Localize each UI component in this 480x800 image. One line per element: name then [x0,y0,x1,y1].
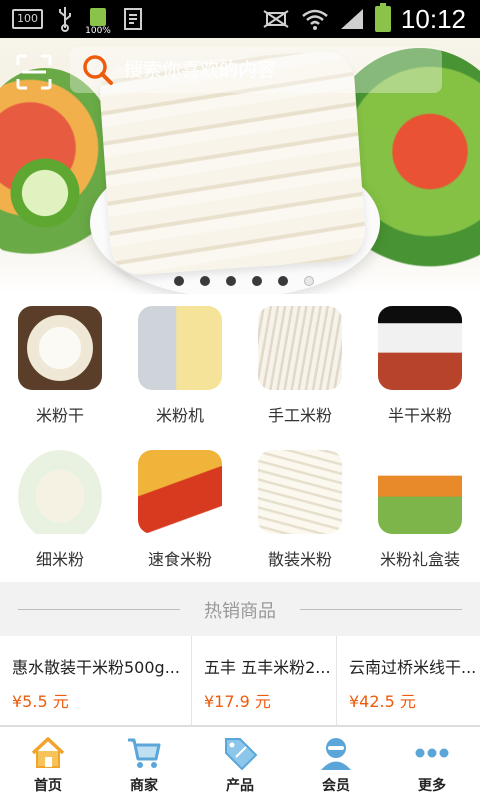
product-list: 惠水散装干米粉500g... ¥5.5 元 五丰 五丰米粉2... ¥17.9 … [0,636,480,726]
wifi-icon [302,9,328,30]
category-label: 米粉干 [35,406,84,425]
product-card[interactable]: 五丰 五丰米粉2... ¥17.9 元 [192,636,337,726]
nav-label: 商家 [130,778,158,794]
category-item[interactable]: 手工米粉 [240,294,360,438]
carousel-dot[interactable] [278,276,288,286]
nav-label: 首页 [34,778,62,794]
product-price: ¥5.5 元 [12,692,69,711]
category-thumbnail [258,450,342,534]
category-label: 散装米粉 [267,550,332,569]
nav-label: 产品 [226,778,254,794]
status-bar: 100 100% 10:12 [0,0,480,38]
category-item[interactable]: 速食米粉 [120,438,240,582]
search-bar[interactable] [70,47,442,93]
carousel-dot[interactable] [252,276,262,286]
home-icon [31,737,65,768]
carousel-dot[interactable] [304,276,314,286]
category-label: 细米粉 [35,550,84,569]
category-thumbnail [18,450,102,534]
nav-item-merchant[interactable]: 商家 [96,727,192,800]
more-icon [415,748,449,758]
product-name: 惠水散装干米粉500g... [12,658,180,677]
nav-item-member[interactable]: 会员 [288,727,384,800]
carousel-dot[interactable] [226,276,236,286]
product-price: ¥17.9 元 [204,692,271,711]
nav-label: 更多 [418,778,446,794]
nav-item-more[interactable]: 更多 [384,727,480,800]
category-label: 手工米粉 [267,406,332,425]
hot-section-title: 热销商品 [204,601,276,622]
category-item[interactable]: 半干米粉 [360,294,480,438]
search-icon [83,55,113,85]
category-item[interactable]: 细米粉 [0,438,120,582]
carousel-dots [174,276,314,286]
category-item[interactable]: 米粉机 [120,294,240,438]
sale-tag-icon [225,738,258,771]
category-thumbnail [378,450,462,534]
category-thumbnail [138,450,222,534]
category-thumbnail [18,306,102,390]
category-label: 半干米粉 [387,406,452,425]
status-badge: 100 [12,9,43,29]
category-item[interactable]: 米粉礼盒装 [360,438,480,582]
carousel-dot[interactable] [174,276,184,286]
status-right-icons: 10:12 [261,2,466,36]
mute-icon [263,10,289,28]
product-name: 五丰 五丰米粉2... [204,658,331,677]
category-label: 米粉礼盒装 [379,550,460,569]
category-thumbnail [138,306,222,390]
product-price: ¥42.5 元 [349,692,416,711]
nav-item-home[interactable]: 首页 [0,727,96,800]
scan-button[interactable] [16,54,52,90]
category-label: 米粉机 [155,406,204,425]
signal-icon [340,9,363,29]
product-card[interactable]: 云南过桥米线干... ¥42.5 元 [337,636,480,726]
banner-cucumber [0,158,90,228]
nav-item-products[interactable]: 产品 [192,727,288,800]
product-card[interactable]: 惠水散装干米粉500g... ¥5.5 元 [0,636,192,726]
nav-label: 会员 [322,778,350,794]
battery-icon [374,3,391,32]
status-time: 10:12 [400,3,466,34]
scan-icon [16,54,52,90]
notification-icon [124,8,142,30]
category-item[interactable]: 米粉干 [0,294,120,438]
status-left-icons: 100 100% [12,6,145,36]
bottom-nav: 首页 商家 产品 会员 更多 [0,726,480,800]
usb-icon [59,7,71,32]
battery-small-icon: 100% [85,6,111,36]
divider [300,609,462,610]
category-thumbnail [378,306,462,390]
member-icon [321,738,351,770]
cart-icon [128,738,161,768]
category-item[interactable]: 散装米粉 [240,438,360,582]
product-name: 云南过桥米线干... [349,658,477,677]
category-grid: 米粉干 米粉机 手工米粉 半干米粉 细米粉 速食米粉 散装米粉 米粉礼盒装 [0,294,480,582]
search-input[interactable] [124,55,424,85]
category-thumbnail [258,306,342,390]
hot-section-header: 热销商品 [0,582,480,636]
carousel-dot[interactable] [200,276,210,286]
category-label: 速食米粉 [147,550,212,569]
battery-small-percent: 100% [85,26,111,36]
